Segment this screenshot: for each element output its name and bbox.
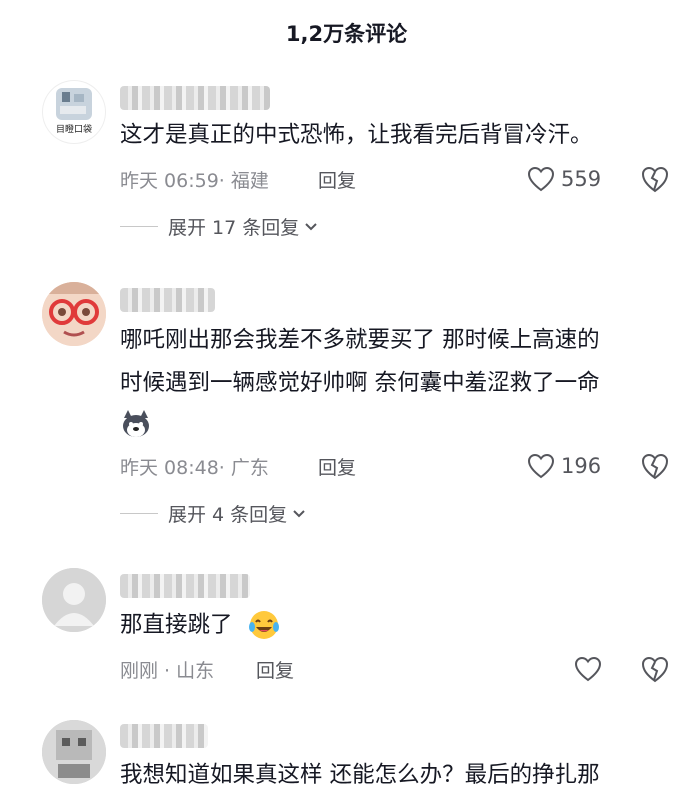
like-count: 196	[561, 454, 602, 478]
comment-meta: 昨天 08:48· 广东	[120, 457, 269, 479]
comment-text: 哪吒刚出那会我差不多就要买了 那时候上高速的 时候遇到一辆感觉好帅啊 奈何囊中羞…	[120, 319, 675, 405]
default-avatar-icon	[42, 568, 106, 632]
heart-outline-icon	[527, 166, 555, 192]
comment-line: 我想知道如果真这样 还能怎么办？最后的挣扎那	[120, 762, 600, 788]
comment-text: 这才是真正的中式恐怖，让我看完后背冒冷汗。	[120, 114, 675, 157]
avatar-image: 目瞪口袋	[56, 88, 92, 135]
username-blurred[interactable]	[120, 288, 215, 312]
expand-replies-label: 展开 4 条回复	[168, 504, 288, 526]
comment-text: 我想知道如果真这样 还能怎么办？最后的挣扎那	[120, 754, 675, 797]
like-button[interactable]: 196	[527, 451, 601, 481]
chevron-down-icon	[305, 222, 317, 230]
broken-heart-icon[interactable]	[640, 654, 670, 684]
avatar[interactable]	[42, 568, 106, 632]
broken-heart-icon[interactable]	[640, 164, 670, 194]
comment-line: 哪吒刚出那会我差不多就要买了 那时候上高速的	[120, 327, 600, 353]
broken-heart-icon[interactable]	[640, 451, 670, 481]
avatar[interactable]	[42, 282, 106, 346]
reply-button[interactable]: 回复	[318, 453, 356, 480]
comment-text: 那直接跳了	[120, 604, 675, 647]
chevron-down-icon	[293, 509, 305, 517]
expand-replies-label: 展开 17 条回复	[168, 217, 300, 239]
like-count: 559	[561, 167, 602, 191]
laughing-tears-emoji	[249, 611, 279, 639]
avatar[interactable]	[42, 720, 106, 784]
comment-line: 那直接跳了	[120, 612, 233, 638]
avatar-label: 目瞪口袋	[56, 123, 92, 135]
reply-button[interactable]: 回复	[256, 656, 294, 683]
comment-meta: 刚刚 · 山东	[120, 660, 215, 682]
husky-emoji	[123, 410, 149, 437]
comment-meta: 昨天 06:59· 福建	[120, 170, 269, 192]
heart-outline-icon	[574, 656, 602, 682]
like-button[interactable]: 559	[527, 164, 601, 194]
username-blurred[interactable]	[120, 574, 250, 598]
comment-line: 这才是真正的中式恐怖，让我看完后背冒冷汗。	[120, 122, 593, 148]
avatar-image	[42, 720, 106, 784]
avatar[interactable]: 目瞪口袋	[42, 80, 106, 144]
avatar-image	[42, 282, 106, 346]
username-blurred[interactable]	[120, 86, 270, 110]
reply-button[interactable]: 回复	[318, 166, 356, 193]
heart-outline-icon	[527, 453, 555, 479]
divider-line	[120, 513, 158, 514]
comment-line: 时候遇到一辆感觉好帅啊 奈何囊中羞涩救了一命	[120, 370, 600, 396]
expand-replies-button[interactable]: 展开 17 条回复	[120, 213, 319, 240]
comments-header-title: 1,2万条评论	[285, 22, 408, 46]
username-blurred[interactable]	[120, 724, 208, 748]
divider-line	[120, 226, 158, 227]
expand-replies-button[interactable]: 展开 4 条回复	[120, 500, 307, 527]
like-button[interactable]	[574, 654, 608, 684]
